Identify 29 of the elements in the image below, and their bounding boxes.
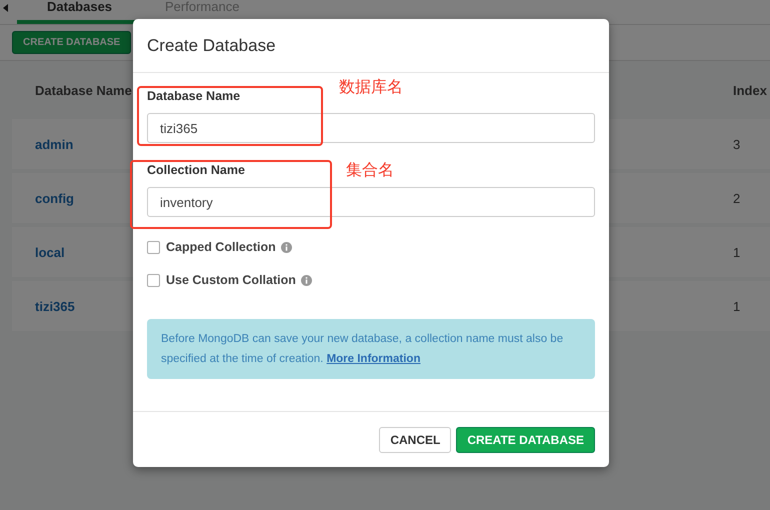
checkbox-label[interactable]: Use Custom Collation (166, 273, 296, 287)
create-database-button[interactable]: CREATE DATABASE (456, 426, 595, 452)
create-database-button[interactable]: CREATE DATABASE (12, 31, 132, 54)
input-field[interactable]: tizi365 (147, 113, 595, 143)
column-header: Database Name (35, 82, 132, 98)
database-link[interactable]: tizi365 (35, 298, 75, 314)
database-link[interactable]: admin (35, 136, 74, 152)
table-cell-text: 2 (733, 190, 742, 206)
info-icon[interactable] (280, 242, 292, 252)
field-label: Database Name (147, 89, 240, 103)
table-cell-text: 1 (733, 298, 742, 314)
table-cell-text: 3 (733, 136, 742, 152)
dialog-title: Create Database (147, 36, 276, 56)
checkbox[interactable] (147, 274, 160, 286)
field-label: Collection Name (147, 163, 245, 177)
info-icon[interactable] (300, 274, 312, 286)
database-link[interactable]: local (35, 244, 65, 260)
input-field[interactable]: inventory (147, 187, 595, 217)
annotation-label: 数据库名 (339, 77, 403, 98)
column-header: Index (733, 82, 768, 98)
checkbox-label[interactable]: Capped Collection (166, 240, 276, 254)
checkbox[interactable] (147, 240, 160, 254)
notice-text: Before MongoDB can save your new database, a collection name must also be specified at the time of creation. More Information (161, 332, 564, 367)
cancel-button[interactable]: CANCEL (379, 426, 452, 452)
database-link[interactable]: config (35, 190, 74, 206)
table-cell-text: 1 (733, 244, 742, 260)
back-arrow-icon[interactable] (3, 4, 9, 12)
annotation-label: 集合名 (346, 160, 394, 181)
more-information-link[interactable]: More Information (326, 353, 420, 365)
